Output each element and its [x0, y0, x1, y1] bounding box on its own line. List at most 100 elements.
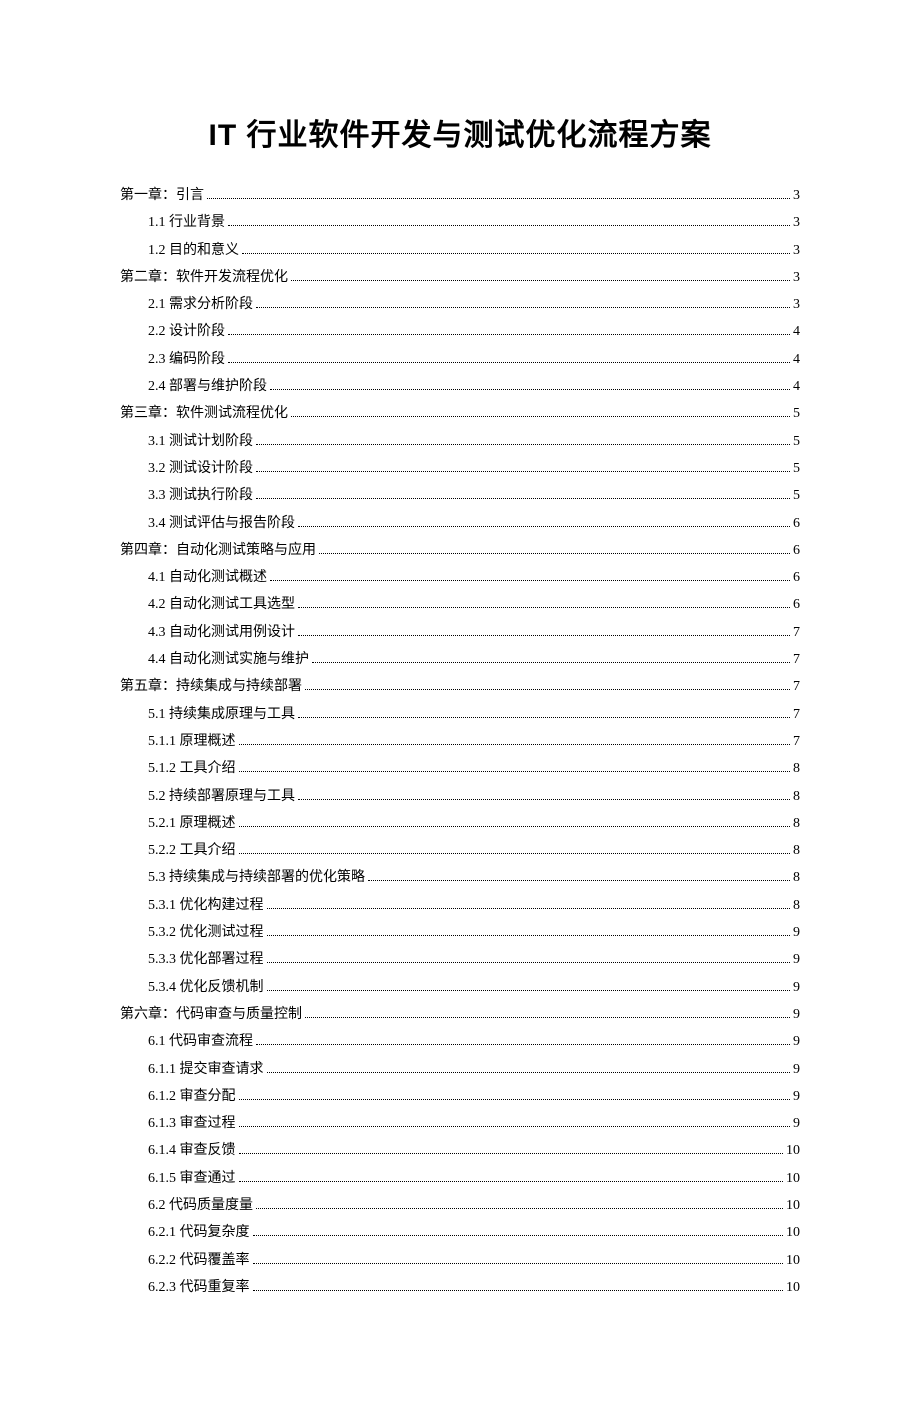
toc-row: 6.2.2 代码覆盖率10 — [120, 1247, 800, 1274]
toc-page-number: 5 — [793, 455, 800, 482]
toc-leader-dots — [239, 852, 791, 854]
toc-leader-dots — [228, 360, 790, 362]
toc-leader-dots — [239, 1097, 791, 1099]
toc-label: 5.3 持续集成与持续部署的优化策略 — [120, 864, 365, 891]
toc-page-number: 8 — [793, 892, 800, 919]
toc-label: 3.4 测试评估与报告阶段 — [120, 510, 295, 537]
toc-page-number: 7 — [793, 701, 800, 728]
toc-leader-dots — [298, 524, 790, 526]
toc-row: 3.3 测试执行阶段 5 — [120, 482, 800, 509]
toc-page-number: 10 — [786, 1274, 800, 1301]
toc-label: 5.1.1 原理概述 — [120, 728, 236, 755]
toc-row: 4.3 自动化测试用例设计7 — [120, 619, 800, 646]
toc-row: 5.2 持续部署原理与工具8 — [120, 783, 800, 810]
toc-row: 5.2.1 原理概述8 — [120, 810, 800, 837]
toc-row: 1.1 行业背景 3 — [120, 209, 800, 236]
toc-label: 3.1 测试计划阶段 — [120, 428, 253, 455]
toc-leader-dots — [270, 579, 790, 581]
toc-page-number: 10 — [786, 1219, 800, 1246]
toc-row: 第五章：持续集成与持续部署7 — [120, 673, 800, 700]
toc-leader-dots — [228, 224, 790, 226]
toc-row: 6.1.1 提交审查请求9 — [120, 1056, 800, 1083]
toc-label: 5.3.2 优化测试过程 — [120, 919, 264, 946]
toc-page-number: 9 — [793, 919, 800, 946]
toc-page-number: 6 — [793, 591, 800, 618]
toc-page-number: 7 — [793, 619, 800, 646]
toc-leader-dots — [256, 1207, 783, 1209]
toc-row: 第四章：自动化测试策略与应用 6 — [120, 537, 800, 564]
toc-page-number: 8 — [793, 810, 800, 837]
toc-page-number: 5 — [793, 482, 800, 509]
toc-row: 3.1 测试计划阶段5 — [120, 428, 800, 455]
toc-label: 6.2.3 代码重复率 — [120, 1274, 250, 1301]
toc-row: 6.1.5 审查通过 10 — [120, 1165, 800, 1192]
toc-page-number: 9 — [793, 1083, 800, 1110]
toc-leader-dots — [239, 1179, 784, 1181]
toc-page-number: 8 — [793, 755, 800, 782]
toc-label: 5.1 持续集成原理与工具 — [120, 701, 295, 728]
toc-leader-dots — [267, 934, 791, 936]
toc-leader-dots — [253, 1261, 784, 1263]
toc-page-number: 6 — [793, 510, 800, 537]
toc-leader-dots — [239, 1125, 791, 1127]
toc-leader-dots — [368, 879, 790, 881]
toc-page-number: 8 — [793, 837, 800, 864]
toc-label: 第六章：代码审查与质量控制 — [120, 1001, 302, 1028]
toc-row: 2.3 编码阶段 4 — [120, 346, 800, 373]
document-title: IT 行业软件开发与测试优化流程方案 — [120, 110, 800, 154]
toc-leader-dots — [298, 606, 790, 608]
toc-leader-dots — [298, 797, 790, 799]
toc-leader-dots — [239, 770, 791, 772]
document-page: IT 行业软件开发与测试优化流程方案 第一章：引言 31.1 行业背景 31.2… — [0, 0, 920, 1401]
toc-leader-dots — [207, 197, 790, 199]
toc-label: 4.1 自动化测试概述 — [120, 564, 267, 591]
toc-leader-dots — [253, 1234, 784, 1236]
toc-label: 3.3 测试执行阶段 — [120, 482, 253, 509]
toc-page-number: 3 — [793, 264, 800, 291]
toc-label: 5.2 持续部署原理与工具 — [120, 783, 295, 810]
toc-page-number: 6 — [793, 564, 800, 591]
toc-page-number: 9 — [793, 1028, 800, 1055]
toc-leader-dots — [256, 306, 790, 308]
toc-leader-dots — [239, 1152, 784, 1154]
toc-label: 6.2.1 代码复杂度 — [120, 1219, 250, 1246]
toc-label: 6.1.2 审查分配 — [120, 1083, 236, 1110]
toc-page-number: 8 — [793, 864, 800, 891]
toc-leader-dots — [267, 988, 791, 990]
toc-page-number: 7 — [793, 728, 800, 755]
toc-label: 5.3.3 优化部署过程 — [120, 946, 264, 973]
toc-page-number: 3 — [793, 237, 800, 264]
toc-row: 5.1.1 原理概述 7 — [120, 728, 800, 755]
toc-page-number: 3 — [793, 291, 800, 318]
toc-leader-dots — [267, 1070, 791, 1072]
toc-row: 第一章：引言 3 — [120, 182, 800, 209]
toc-row: 2.2 设计阶段 4 — [120, 318, 800, 345]
toc-row: 5.3.4 优化反馈机制9 — [120, 974, 800, 1001]
toc-leader-dots — [256, 1043, 790, 1045]
toc-row: 1.2 目的和意义 3 — [120, 237, 800, 264]
toc-page-number: 6 — [793, 537, 800, 564]
toc-row: 5.1 持续集成原理与工具 7 — [120, 701, 800, 728]
toc-row: 3.2 测试设计阶段5 — [120, 455, 800, 482]
toc-row: 5.3.2 优化测试过程 9 — [120, 919, 800, 946]
toc-label: 2.1 需求分析阶段 — [120, 291, 253, 318]
toc-row: 6.2 代码质量度量10 — [120, 1192, 800, 1219]
toc-label: 1.2 目的和意义 — [120, 237, 239, 264]
toc-page-number: 10 — [786, 1247, 800, 1274]
toc-leader-dots — [291, 279, 790, 281]
toc-row: 4.4 自动化测试实施与维护7 — [120, 646, 800, 673]
toc-page-number: 3 — [793, 182, 800, 209]
toc-leader-dots — [253, 1288, 784, 1290]
toc-leader-dots — [267, 961, 791, 963]
toc-page-number: 7 — [793, 673, 800, 700]
toc-row: 第六章：代码审查与质量控制9 — [120, 1001, 800, 1028]
toc-label: 第四章：自动化测试策略与应用 — [120, 537, 316, 564]
toc-row: 5.3 持续集成与持续部署的优化策略 8 — [120, 864, 800, 891]
toc-label: 6.1.4 审查反馈 — [120, 1137, 236, 1164]
toc-row: 3.4 测试评估与报告阶段 6 — [120, 510, 800, 537]
toc-leader-dots — [256, 497, 790, 499]
toc-label: 5.2.2 工具介绍 — [120, 837, 236, 864]
toc-leader-dots — [298, 633, 790, 635]
toc-leader-dots — [256, 470, 790, 472]
toc-page-number: 4 — [793, 346, 800, 373]
